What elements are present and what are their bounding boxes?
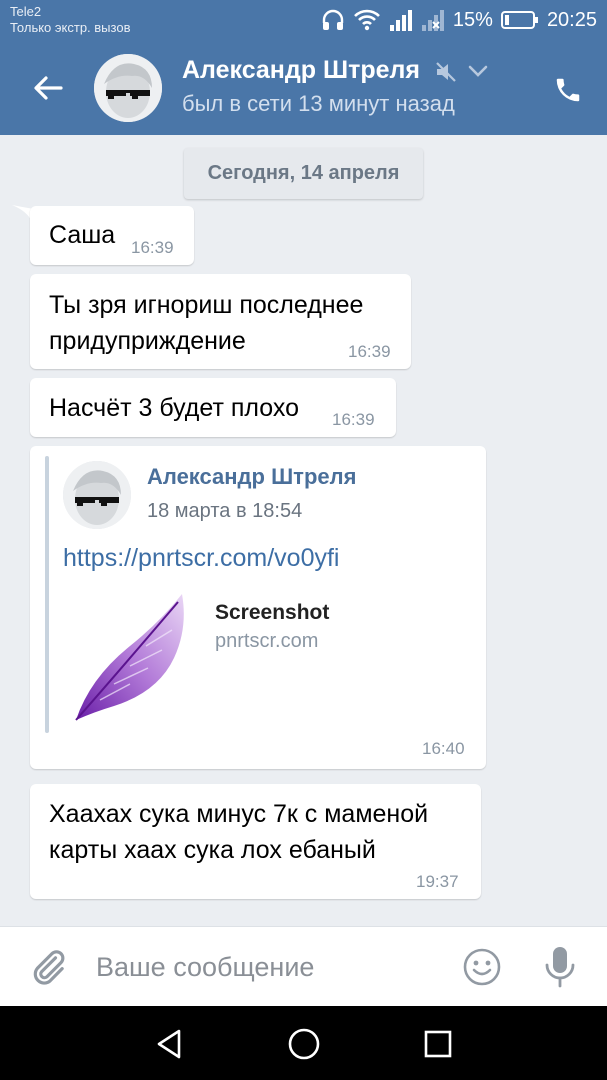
message-time: 16:39 [332, 410, 375, 429]
nav-home-button[interactable] [284, 1024, 324, 1064]
call-button[interactable] [548, 70, 588, 110]
message-bubble[interactable]: Насчёт 3 будет плохо 16:39 [30, 378, 396, 437]
phone-icon [556, 78, 580, 102]
contact-name[interactable]: Александр Штреля [182, 56, 420, 85]
chevron-down-icon[interactable] [468, 64, 488, 78]
date-label: Сегодня, 14 апреля [207, 162, 400, 184]
message-text: Насчёт 3 будет плохо [49, 394, 299, 422]
message-bubble[interactable]: Хаахах сука минус 7к с маменой карты хаа… [30, 784, 481, 899]
forwarded-link[interactable]: https://pnrtscr.com/vo0yfi [63, 544, 340, 573]
nav-back-button[interactable] [150, 1024, 190, 1064]
carrier-info: Tele2 Только экстр. вызов [10, 4, 130, 36]
signal-no-sim-icon [421, 10, 444, 31]
message-text-line-2: карты хаах сука лох ебаный [49, 836, 376, 864]
link-preview-domain: pnrtscr.com [215, 630, 319, 652]
forwarded-author-name[interactable]: Александр Штреля [147, 464, 356, 490]
forwarded-date: 18 марта в 18:54 [147, 500, 303, 522]
last-seen-status: был в сети 13 минут назад [182, 91, 455, 116]
status-icons: 15% 20:25 [321, 6, 597, 34]
contact-avatar[interactable] [94, 54, 162, 122]
system-navigation-bar [0, 1006, 607, 1080]
battery-percent: 15% [452, 9, 493, 31]
square-recents-icon [424, 1030, 452, 1058]
date-separator: Сегодня, 14 апреля [184, 148, 423, 199]
message-bubble[interactable]: Саша 16:39 [30, 206, 194, 265]
paperclip-icon[interactable] [28, 947, 68, 987]
clock: 20:25 [546, 9, 597, 31]
signal-icon [389, 10, 412, 31]
carrier-note: Только экстр. вызов [10, 20, 131, 35]
status-bar: Tele2 Только экстр. вызов 15% 20:25 [0, 0, 607, 40]
message-text-line-1: Хаахах сука минус 7к с маменой [49, 800, 429, 828]
circle-home-icon [288, 1028, 320, 1060]
message-time: 16:39 [131, 238, 174, 257]
carrier-name: Tele2 [10, 4, 42, 19]
message-composer [0, 926, 607, 1007]
avatar-image [63, 461, 131, 529]
message-input[interactable] [84, 941, 468, 993]
microphone-icon[interactable] [540, 945, 580, 989]
message-time: 16:40 [422, 739, 465, 758]
triangle-back-icon [157, 1029, 181, 1059]
muted-speaker-icon [436, 62, 456, 82]
message-time: 16:39 [348, 342, 391, 361]
forward-indicator-line [45, 456, 49, 733]
battery-icon [500, 11, 538, 29]
link-preview-title[interactable]: Screenshot [215, 601, 329, 625]
headphones-icon [322, 9, 344, 30]
wifi-icon [353, 9, 380, 31]
message-time: 19:37 [416, 872, 459, 891]
avatar-image [94, 54, 162, 122]
emoji-icon[interactable] [462, 947, 502, 987]
forwarded-author-avatar[interactable] [63, 461, 131, 529]
nav-recents-button[interactable] [418, 1024, 458, 1064]
message-text-line-2: придуприждение [49, 327, 246, 355]
message-bubble[interactable]: Ты зря игнориш последнее придуприждение … [30, 274, 411, 369]
back-arrow-icon [34, 76, 63, 100]
message-text-line-1: Ты зря игнориш последнее [49, 291, 364, 319]
back-button[interactable] [28, 68, 68, 108]
message-text: Саша [49, 221, 116, 249]
chat-header: Tele2 Только экстр. вызов 15% 20:25 Алек… [0, 0, 607, 135]
forwarded-message-bubble[interactable]: Александр Штреля 18 марта в 18:54 https:… [30, 446, 486, 769]
feather-icon[interactable] [70, 588, 200, 728]
